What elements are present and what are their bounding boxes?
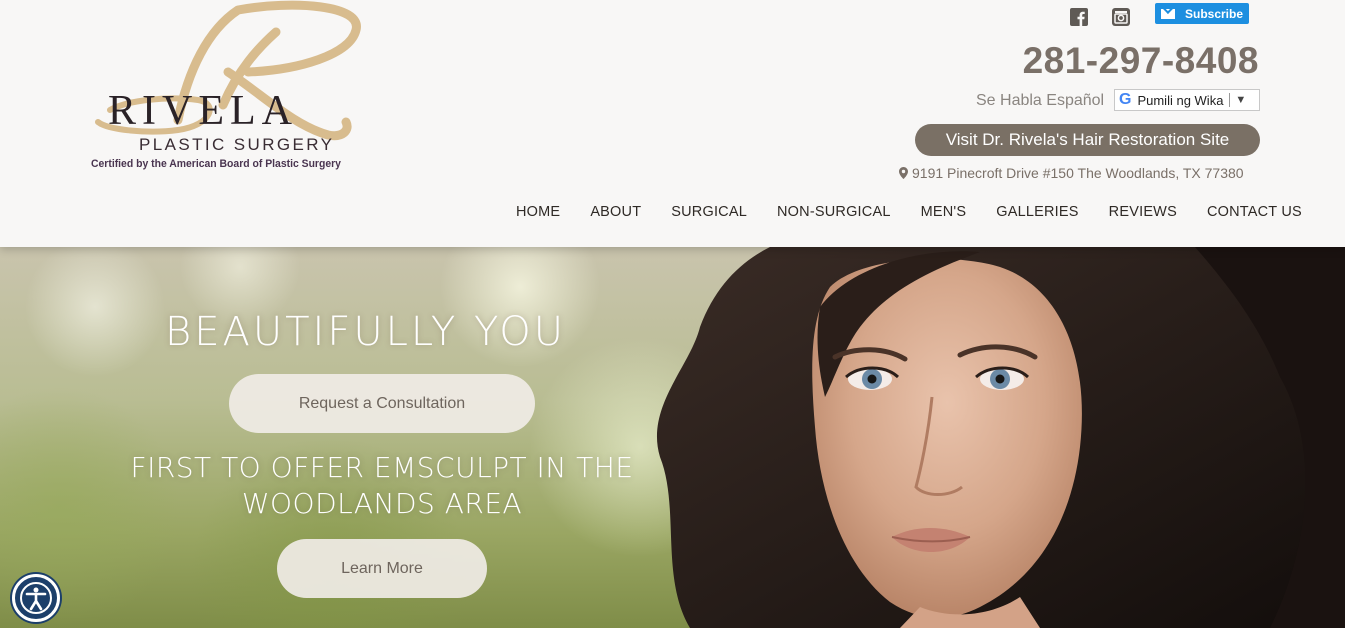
language-select-label: Pumili ng Wika [1137,92,1224,108]
nav-reviews[interactable]: REVIEWS [1109,204,1177,220]
learn-more-button[interactable]: Learn More [277,539,487,598]
hero-model-portrait [656,247,1345,628]
logo-subtitle: PLASTIC SURGERY [139,135,335,154]
instagram-icon[interactable] [1112,8,1130,31]
accessibility-icon[interactable] [12,574,60,622]
google-icon: G [1119,91,1132,108]
map-pin-icon [899,167,908,179]
dropdown-arrow-icon: ▼ [1235,94,1247,106]
select-divider [1229,93,1231,107]
request-consultation-button[interactable]: Request a Consultation [229,374,535,433]
address: 9191 Pinecroft Drive #150 The Woodlands,… [899,165,1244,181]
site-header: RIVELA PLASTIC SURGERY Certified by the … [0,0,1345,247]
nav-home[interactable]: HOME [516,204,560,220]
main-nav: HOME ABOUT SURGICAL NON-SURGICAL MEN'S G… [516,204,1332,220]
spanish-spoken-note: Se Habla Español [976,92,1105,109]
rivela-logo[interactable]: RIVELA PLASTIC SURGERY Certified by the … [88,0,368,180]
subscribe-label: Subscribe [1185,6,1244,21]
hero-headline: FIRST TO OFFER EMSCULPT IN THE WOODLANDS… [130,451,634,520]
logo-certification: Certified by the American Board of Plast… [91,158,341,170]
subscribe-button[interactable]: Subscribe [1155,3,1249,24]
hero-banner: BEAUTIFULLY YOU Request a Consultation F… [0,247,1345,628]
nav-mens[interactable]: MEN'S [921,204,967,220]
nav-galleries[interactable]: GALLERIES [996,204,1078,220]
hair-restoration-button[interactable]: Visit Dr. Rivela's Hair Restoration Site [915,124,1260,156]
address-text: 9191 Pinecroft Drive #150 The Woodlands,… [912,165,1244,181]
nav-about[interactable]: ABOUT [590,204,641,220]
envelope-icon [1161,8,1175,19]
nav-non-surgical[interactable]: NON-SURGICAL [777,204,891,220]
phone-number-link[interactable]: 281-297-8408 [1023,40,1259,82]
nav-surgical[interactable]: SURGICAL [671,204,747,220]
hero-title: BEAUTIFULLY YOU [165,309,567,355]
accessibility-figure-icon [20,582,52,614]
language-select[interactable]: G Pumili ng Wika ▼ [1114,89,1260,111]
logo-brand-name: RIVELA [108,88,298,134]
nav-contact-us[interactable]: CONTACT US [1207,204,1302,220]
facebook-icon[interactable] [1070,8,1088,31]
